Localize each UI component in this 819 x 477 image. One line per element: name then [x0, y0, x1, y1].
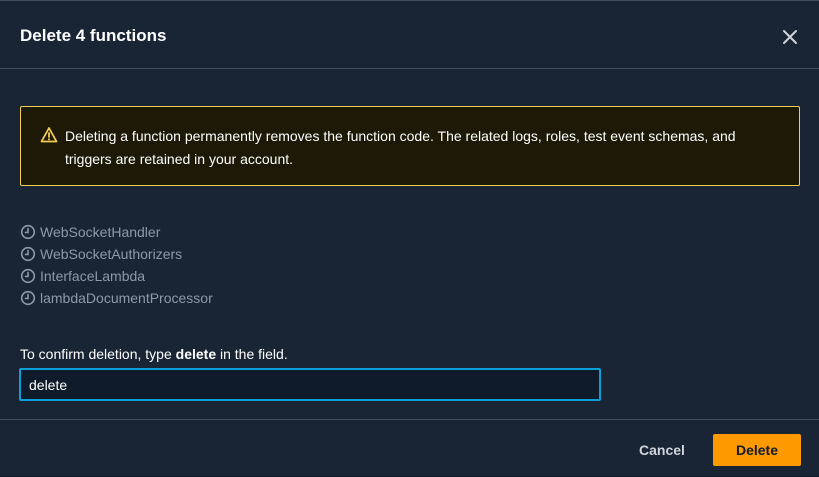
clock-icon: [20, 246, 36, 262]
modal-header: Delete 4 functions: [0, 1, 819, 69]
confirm-keyword: delete: [175, 346, 217, 362]
clock-icon: [20, 224, 36, 240]
close-button[interactable]: [778, 25, 802, 49]
warning-alert: Deleting a function permanently removes …: [20, 106, 800, 186]
warning-triangle-icon: [40, 127, 58, 143]
function-list: WebSocketHandler WebSocketAuthorizers In…: [20, 221, 213, 309]
confirm-label-suffix: in the field.: [216, 346, 288, 362]
list-item: WebSocketHandler: [20, 221, 213, 243]
list-item: lambdaDocumentProcessor: [20, 287, 213, 309]
clock-icon: [20, 290, 36, 306]
cancel-button[interactable]: Cancel: [626, 434, 698, 466]
modal-title: Delete 4 functions: [20, 26, 167, 45]
delete-functions-modal: Delete 4 functions Deleting a function p…: [0, 0, 819, 476]
function-name: lambdaDocumentProcessor: [40, 290, 213, 306]
function-name: InterfaceLambda: [40, 268, 146, 284]
confirm-label: To confirm deletion, type delete in the …: [20, 345, 288, 363]
function-name: WebSocketAuthorizers: [40, 246, 183, 262]
clock-icon: [20, 268, 36, 284]
confirm-delete-input[interactable]: [19, 368, 601, 401]
function-name: WebSocketHandler: [40, 224, 161, 240]
confirm-label-prefix: To confirm deletion, type: [20, 346, 176, 362]
close-icon: [783, 30, 797, 44]
list-item: WebSocketAuthorizers: [20, 243, 213, 265]
alert-message: Deleting a function permanently removes …: [65, 128, 736, 167]
list-item: InterfaceLambda: [20, 265, 213, 287]
delete-button[interactable]: Delete: [713, 434, 801, 466]
modal-footer: Cancel Delete: [0, 419, 819, 477]
